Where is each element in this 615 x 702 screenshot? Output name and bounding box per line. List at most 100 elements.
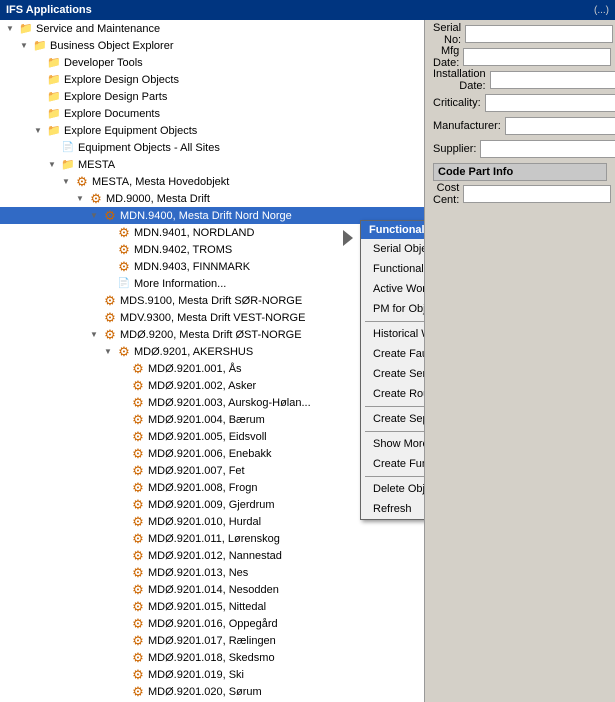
- expand-icon-md09201018[interactable]: [114, 650, 130, 666]
- expand-icon-md9000[interactable]: ▼: [72, 191, 88, 207]
- expand-icon-md09201019[interactable]: [114, 667, 130, 683]
- tree-item-md09201017[interactable]: ⚙MDØ.9201.017, Rælingen: [0, 632, 424, 649]
- context-menu[interactable]: Functional Object Information Serial Obj…: [360, 220, 425, 520]
- ctx-item-create-route-pm-action[interactable]: Create Route PM Action: [361, 384, 425, 404]
- form-input-installationdate[interactable]: [490, 71, 615, 89]
- tree-item-md09201014[interactable]: ⚙MDØ.9201.014, Nesodden: [0, 581, 424, 598]
- expand-icon-developer-tools[interactable]: [30, 55, 46, 71]
- expand-icon-md09201014[interactable]: [114, 582, 130, 598]
- expand-icon-md09201015[interactable]: [114, 599, 130, 615]
- expand-icon-explore-documents[interactable]: [30, 106, 46, 122]
- expand-icon-mesta-hoved[interactable]: ▼: [58, 174, 74, 190]
- node-icon-gear: ⚙: [102, 208, 118, 224]
- expand-icon-mdn9403[interactable]: [100, 259, 116, 275]
- ctx-item-show-more-info[interactable]: Show More Information: [361, 434, 425, 454]
- form-input-mfgdate[interactable]: [463, 48, 611, 66]
- expand-icon-md09201010[interactable]: [114, 514, 130, 530]
- expand-icon-md09201004[interactable]: [114, 412, 130, 428]
- node-icon-gear: ⚙: [130, 378, 146, 394]
- form-input-serialno[interactable]: [465, 25, 613, 43]
- tree-item-md09201020[interactable]: ⚙MDØ.9201.020, Sørum: [0, 683, 424, 700]
- tree-item-explore-design-parts[interactable]: 📁Explore Design Parts: [0, 88, 424, 105]
- expand-icon-explore-equipment-objects[interactable]: ▼: [30, 123, 46, 139]
- tree-item-mesta-hoved[interactable]: ▼⚙MESTA, Mesta Hovedobjekt: [0, 173, 424, 190]
- expand-icon-explore-design-parts[interactable]: [30, 89, 46, 105]
- expand-icon-md09200[interactable]: ▼: [86, 327, 102, 343]
- node-icon-gear: ⚙: [130, 514, 146, 530]
- expand-icon-mdv9300[interactable]: [86, 310, 102, 326]
- tree-item-md09201016[interactable]: ⚙MDØ.9201.016, Oppegård: [0, 615, 424, 632]
- ctx-item-create-separate-pm-action[interactable]: Create Separate PM Action: [361, 409, 425, 429]
- expand-icon-more-info[interactable]: [100, 276, 116, 292]
- expand-icon-mdn9402[interactable]: [100, 242, 116, 258]
- ctx-item-delete-object[interactable]: Delete Object: [361, 479, 425, 499]
- tree-label-mdn9400: MDN.9400, Mesta Drift Nord Norge: [120, 210, 292, 222]
- expand-icon-md09201005[interactable]: [114, 429, 130, 445]
- expand-icon-md09201003[interactable]: [114, 395, 130, 411]
- expand-icon-mdn9400[interactable]: ▼: [86, 208, 102, 224]
- ctx-item-serial-objects[interactable]: Serial Objects: [361, 239, 425, 259]
- tree-item-md09201015[interactable]: ⚙MDØ.9201.015, Nittedal: [0, 598, 424, 615]
- form-row: Installation Date:: [433, 70, 607, 90]
- ctx-item-create-service-request[interactable]: Create Service Request: [361, 364, 425, 384]
- tree-item-md09201011[interactable]: ⚙MDØ.9201.011, Lørenskog: [0, 530, 424, 547]
- ctx-item-create-fault-report[interactable]: Create Fault Report: [361, 344, 425, 364]
- expand-icon-md09201011[interactable]: [114, 531, 130, 547]
- tree-label-equipment-objects-all-sites: Equipment Objects - All Sites: [78, 142, 220, 154]
- ctx-item-pm-object-structure[interactable]: PM for Object Structure: [361, 299, 425, 319]
- tree-item-mesta[interactable]: ▼📁MESTA: [0, 156, 424, 173]
- ctx-item-active-work-orders[interactable]: Active Work Orders: [361, 279, 425, 299]
- tree-item-biz-object-explorer[interactable]: ▼📁Business Object Explorer: [0, 37, 424, 54]
- expand-icon-md09201020[interactable]: [114, 684, 130, 700]
- expand-icon-explore-design-objects[interactable]: [30, 72, 46, 88]
- tree-item-explore-design-objects[interactable]: 📁Explore Design Objects: [0, 71, 424, 88]
- tree-item-md09201018[interactable]: ⚙MDØ.9201.018, Skedsmo: [0, 649, 424, 666]
- tree-label-md09201009: MDØ.9201.009, Gjerdrum: [148, 499, 275, 511]
- code-part-section-header: Code Part Info: [433, 163, 607, 181]
- ctx-item-refresh[interactable]: Refresh: [361, 499, 425, 519]
- form-label: Installation Date:: [433, 68, 490, 92]
- form-input-manufacturer[interactable]: [505, 117, 615, 135]
- expand-icon-biz-object-explorer[interactable]: ▼: [16, 38, 32, 54]
- tree-item-explore-documents[interactable]: 📁Explore Documents: [0, 105, 424, 122]
- ctx-separator: [365, 476, 425, 477]
- expand-icon-md09201012[interactable]: [114, 548, 130, 564]
- tree-label-mds9100: MDS.9100, Mesta Drift SØR-NORGE: [120, 295, 302, 307]
- tree-item-service-maintenance[interactable]: ▼📁Service and Maintenance: [0, 20, 424, 37]
- form-input-supplier[interactable]: [480, 140, 615, 158]
- title-bar-controls[interactable]: (...): [594, 5, 609, 16]
- tree-item-md09201013[interactable]: ⚙MDØ.9201.013, Nes: [0, 564, 424, 581]
- tree-label-more-info: More Information...: [134, 278, 226, 290]
- expand-icon-mds9100[interactable]: [86, 293, 102, 309]
- expand-icon-md09201001[interactable]: [114, 361, 130, 377]
- tree-label-biz-object-explorer: Business Object Explorer: [50, 40, 174, 52]
- tree-item-md09201012[interactable]: ⚙MDØ.9201.012, Nannestad: [0, 547, 424, 564]
- expand-icon-mdn9401[interactable]: [100, 225, 116, 241]
- ctx-item-functional-objects[interactable]: Functional Objects: [361, 259, 425, 279]
- tree-item-developer-tools[interactable]: 📁Developer Tools: [0, 54, 424, 71]
- expand-icon-md09201002[interactable]: [114, 378, 130, 394]
- expand-icon-service-maintenance[interactable]: ▼: [2, 21, 18, 37]
- expand-icon-md09201009[interactable]: [114, 497, 130, 513]
- expand-icon-equipment-objects-all-sites[interactable]: [44, 140, 60, 156]
- tree-item-md9000[interactable]: ▼⚙MD.9000, Mesta Drift: [0, 190, 424, 207]
- expand-icon-md09201[interactable]: ▼: [100, 344, 116, 360]
- tree-item-equipment-objects-all-sites[interactable]: 📄Equipment Objects - All Sites: [0, 139, 424, 156]
- node-icon-folder: 📁: [46, 123, 62, 139]
- expand-icon-md09201006[interactable]: [114, 446, 130, 462]
- expand-icon-md09201017[interactable]: [114, 633, 130, 649]
- expand-icon-mesta[interactable]: ▼: [44, 157, 60, 173]
- tree-item-explore-equipment-objects[interactable]: ▼📁Explore Equipment Objects: [0, 122, 424, 139]
- expand-icon-md09201016[interactable]: [114, 616, 130, 632]
- form-input-costcent[interactable]: [463, 185, 611, 203]
- form-input-criticality[interactable]: [485, 94, 615, 112]
- tree-item-md09201019[interactable]: ⚙MDØ.9201.019, Ski: [0, 666, 424, 683]
- expand-icon-md09201007[interactable]: [114, 463, 130, 479]
- node-icon-gear: ⚙: [102, 327, 118, 343]
- expand-icon-md09201013[interactable]: [114, 565, 130, 581]
- ctx-item-historical-work-orders[interactable]: Historical Work Orders: [361, 324, 425, 344]
- tree-label-mesta: MESTA: [78, 159, 115, 171]
- ctx-item-create-functional-object[interactable]: Create Functional Object...: [361, 454, 425, 474]
- node-icon-gear: ⚙: [130, 531, 146, 547]
- expand-icon-md09201008[interactable]: [114, 480, 130, 496]
